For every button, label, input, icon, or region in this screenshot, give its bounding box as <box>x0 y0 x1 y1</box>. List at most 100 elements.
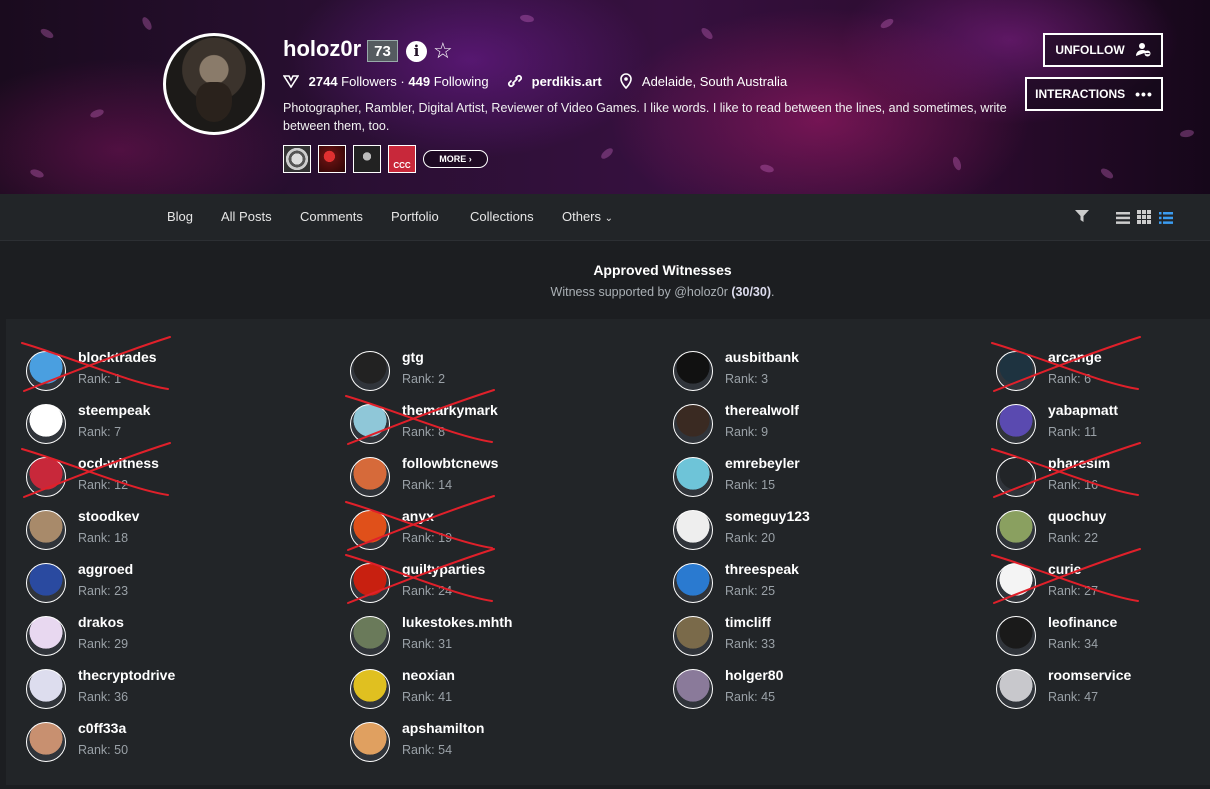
grid-view-icon[interactable] <box>1137 210 1151 229</box>
witness-item[interactable]: apshamilton Rank: 54 <box>350 720 610 768</box>
witness-avatar[interactable] <box>996 669 1036 709</box>
following-count[interactable]: 449 <box>408 74 430 89</box>
witness-item[interactable]: pharesim Rank: 16 <box>991 442 1210 503</box>
witness-avatar[interactable] <box>673 616 713 656</box>
witness-avatar[interactable] <box>996 510 1036 550</box>
witness-name[interactable]: emrebeyler <box>725 455 800 471</box>
witness-avatar[interactable] <box>350 722 390 762</box>
witness-avatar[interactable] <box>673 563 713 603</box>
profile-avatar[interactable] <box>163 33 265 135</box>
witness-name[interactable]: anyx <box>402 508 434 524</box>
website-link[interactable]: perdikis.art <box>507 73 602 91</box>
witness-avatar[interactable] <box>673 669 713 709</box>
witness-avatar[interactable] <box>996 563 1036 603</box>
followers-count[interactable]: 2744 <box>309 74 338 89</box>
witness-name[interactable]: holger80 <box>725 667 783 683</box>
info-icon[interactable]: i <box>406 41 427 62</box>
witness-name[interactable]: c0ff33a <box>78 720 126 736</box>
witness-item[interactable]: ausbitbank Rank: 3 <box>673 349 933 397</box>
witness-name[interactable]: stoodkev <box>78 508 139 524</box>
witness-name[interactable]: someguy123 <box>725 508 810 524</box>
witness-name[interactable]: neoxian <box>402 667 455 683</box>
witness-name[interactable]: drakos <box>78 614 124 630</box>
witness-name[interactable]: lukestokes.mhth <box>402 614 512 630</box>
witness-avatar[interactable] <box>673 404 713 444</box>
badge-swirl-icon[interactable] <box>283 145 311 173</box>
tab-portfolio[interactable]: Portfolio <box>391 194 439 240</box>
witness-name[interactable]: thecryptodrive <box>78 667 175 683</box>
interactions-button[interactable]: INTERACTIONS ••• <box>1025 77 1163 111</box>
witness-name[interactable]: themarkymark <box>402 402 498 418</box>
witness-name[interactable]: quochuy <box>1048 508 1106 524</box>
witness-name[interactable]: threespeak <box>725 561 799 577</box>
witness-name[interactable]: guiltyparties <box>402 561 485 577</box>
witness-item[interactable]: themarkymark Rank: 8 <box>345 389 610 450</box>
witness-name[interactable]: roomservice <box>1048 667 1131 683</box>
followers-label[interactable]: Followers <box>341 74 397 89</box>
witness-name[interactable]: ocd-witness <box>78 455 159 471</box>
witness-item[interactable]: anyx Rank: 19 <box>345 495 610 556</box>
witness-item[interactable]: guiltyparties Rank: 24 <box>345 548 610 609</box>
witness-name[interactable]: gtg <box>402 349 424 365</box>
website-text[interactable]: perdikis.art <box>532 74 602 89</box>
witness-name[interactable]: followbtcnews <box>402 455 498 471</box>
witness-avatar[interactable] <box>26 722 66 762</box>
witness-name[interactable]: therealwolf <box>725 402 799 418</box>
witness-avatar[interactable] <box>26 669 66 709</box>
witness-item[interactable]: yabapmatt Rank: 11 <box>996 402 1210 450</box>
tab-comments[interactable]: Comments <box>300 194 363 240</box>
witness-avatar[interactable] <box>996 457 1036 497</box>
witness-item[interactable]: curie Rank: 27 <box>991 548 1210 609</box>
witness-item[interactable]: followbtcnews Rank: 14 <box>350 455 610 503</box>
witness-item[interactable]: holger80 Rank: 45 <box>673 667 933 715</box>
witness-item[interactable]: quochuy Rank: 22 <box>996 508 1210 556</box>
witness-item[interactable]: drakos Rank: 29 <box>26 614 286 662</box>
witness-item[interactable]: therealwolf Rank: 9 <box>673 402 933 450</box>
compact-list-icon[interactable] <box>1159 211 1173 229</box>
witness-avatar[interactable] <box>996 616 1036 656</box>
witness-name[interactable]: leofinance <box>1048 614 1117 630</box>
witness-avatar[interactable] <box>673 510 713 550</box>
witness-avatar[interactable] <box>350 669 390 709</box>
witness-avatar[interactable] <box>996 404 1036 444</box>
witness-item[interactable]: threespeak Rank: 25 <box>673 561 933 609</box>
witness-item[interactable]: arcange Rank: 6 <box>991 336 1210 397</box>
witness-item[interactable]: emrebeyler Rank: 15 <box>673 455 933 503</box>
witness-name[interactable]: steempeak <box>78 402 150 418</box>
witness-avatar[interactable] <box>350 510 390 550</box>
witness-name[interactable]: arcange <box>1048 349 1102 365</box>
witness-avatar[interactable] <box>350 457 390 497</box>
witness-name[interactable]: apshamilton <box>402 720 484 736</box>
following-label[interactable]: Following <box>434 74 489 89</box>
witness-avatar[interactable] <box>26 563 66 603</box>
witness-item[interactable]: timcliff Rank: 33 <box>673 614 933 662</box>
witness-avatar[interactable] <box>996 351 1036 391</box>
witness-item[interactable]: ocd-witness Rank: 12 <box>21 442 286 503</box>
witness-avatar[interactable] <box>350 404 390 444</box>
unfollow-button[interactable]: UNFOLLOW <box>1043 33 1163 67</box>
tab-blog[interactable]: Blog <box>167 194 193 240</box>
witness-avatar[interactable] <box>26 616 66 656</box>
witness-item[interactable]: thecryptodrive Rank: 36 <box>26 667 286 715</box>
witness-item[interactable]: roomservice Rank: 47 <box>996 667 1210 715</box>
witness-avatar[interactable] <box>673 351 713 391</box>
witness-name[interactable]: ausbitbank <box>725 349 799 365</box>
witness-avatar[interactable] <box>26 404 66 444</box>
witness-item[interactable]: blocktrades Rank: 1 <box>21 336 286 397</box>
witness-item[interactable]: someguy123 Rank: 20 <box>673 508 933 556</box>
witness-avatar[interactable] <box>26 351 66 391</box>
star-icon[interactable]: ☆ <box>433 38 453 64</box>
list-view-icon[interactable] <box>1116 211 1130 229</box>
badge-red-icon[interactable] <box>318 145 346 173</box>
witness-item[interactable]: aggroed Rank: 23 <box>26 561 286 609</box>
more-badges-button[interactable]: MORE › <box>423 150 488 168</box>
witness-name[interactable]: aggroed <box>78 561 133 577</box>
witness-name[interactable]: curie <box>1048 561 1081 577</box>
witness-item[interactable]: c0ff33a Rank: 50 <box>26 720 286 768</box>
witness-name[interactable]: timcliff <box>725 614 771 630</box>
badge-camera-icon[interactable] <box>353 145 381 173</box>
witness-item[interactable]: leofinance Rank: 34 <box>996 614 1210 662</box>
tab-all-posts[interactable]: All Posts <box>221 194 272 240</box>
witness-name[interactable]: blocktrades <box>78 349 157 365</box>
witness-item[interactable]: lukestokes.mhth Rank: 31 <box>350 614 610 662</box>
